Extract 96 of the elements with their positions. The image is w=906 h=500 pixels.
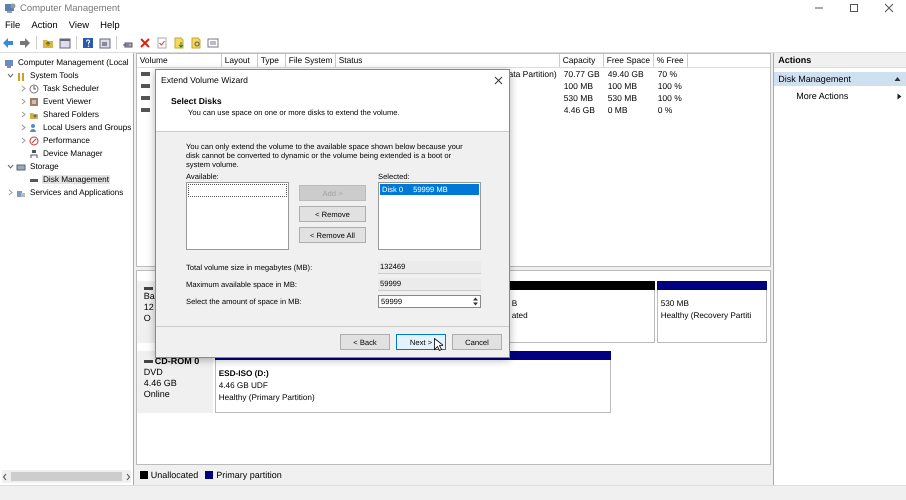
page-heading: Select Disks (171, 96, 223, 106)
app-icon (4, 2, 16, 14)
mouse-pointer-icon (434, 338, 443, 351)
spin-up-icon[interactable] (472, 296, 479, 300)
available-list[interactable] (186, 182, 289, 250)
disk-info: 12 (144, 302, 154, 313)
scroll-right-icon[interactable] (124, 472, 131, 481)
column-header[interactable]: Layout (222, 54, 258, 68)
partition-name: ESD-ISO (D:) (218, 368, 269, 380)
column-header[interactable]: Free Space (604, 54, 654, 68)
table-cell-text: 530 MB (606, 93, 638, 104)
check-icon[interactable] (156, 36, 168, 49)
clock-icon (29, 84, 39, 94)
delete-icon[interactable] (139, 36, 151, 49)
chevron-icon[interactable] (20, 111, 26, 118)
chevron-icon[interactable] (6, 163, 14, 170)
tree-item[interactable]: Services and Applications (29, 188, 124, 198)
disk-info: Online (144, 388, 170, 400)
collapse-icon[interactable] (894, 76, 901, 82)
tree-item[interactable]: Storage (29, 162, 60, 172)
tree-item[interactable]: System Tools (29, 71, 80, 80)
dialog-title: Extend Volume Wizard (161, 75, 248, 85)
table-cell-text: 100 MB (606, 81, 638, 92)
maximize-icon[interactable] (848, 3, 858, 14)
chevron-icon[interactable] (20, 124, 26, 132)
list-icon[interactable] (207, 36, 219, 49)
column-header[interactable]: File System (286, 54, 336, 68)
submenu-arrow-icon (897, 92, 902, 100)
column-header[interactable]: Capacity (560, 54, 604, 68)
console-tree-icon[interactable] (59, 36, 71, 49)
chevron-icon[interactable] (6, 189, 14, 196)
disk-info: 4.46 GB (144, 378, 177, 389)
tree-item[interactable]: Device Manager (42, 149, 104, 158)
action-section[interactable]: Disk Management (774, 72, 906, 86)
partition-info: 530 MB (660, 298, 689, 310)
column-header[interactable]: Type (258, 54, 286, 68)
column-header[interactable]: % Free (654, 54, 688, 68)
partition-info: Healthy (Recovery Partiti (660, 310, 752, 322)
chevron-icon[interactable] (20, 137, 26, 144)
partition-box[interactable]: 530 MB Healthy (Recovery Partiti (656, 290, 767, 343)
tree-item[interactable]: Disk Management (42, 175, 110, 184)
menu-item[interactable]: Help (97, 20, 123, 31)
partition-box[interactable]: ESD-ISO (D:) 4.46 GB UDF Healthy (Primary Partition) (214, 360, 611, 413)
disk-info: DVD (144, 366, 163, 378)
back-icon[interactable] (2, 36, 14, 49)
menu-item[interactable]: View (66, 20, 92, 31)
table-cell-text: 100 % (656, 81, 683, 92)
column-header[interactable]: Status (336, 54, 560, 68)
tree-item[interactable]: Event Viewer (42, 97, 92, 106)
table-cell-text: 4.46 GB (562, 105, 596, 116)
table-cell-text: 0 MB (606, 105, 629, 116)
forward-icon[interactable] (19, 36, 31, 49)
column-header[interactable]: Volume (136, 54, 222, 68)
table-cell-text: 49.40 GB (606, 69, 645, 80)
disk-name: CD-ROM 0 (154, 356, 200, 367)
spin-down-icon[interactable] (472, 302, 479, 306)
partition-info: B (512, 298, 518, 310)
table-cell-text: 70 % (656, 69, 678, 80)
table-cell-text: 100 % (656, 93, 683, 104)
partition-info: 4.46 GB UDF (218, 380, 268, 392)
disk-info: O (144, 312, 151, 324)
computer-icon (4, 58, 14, 68)
storage-icon (16, 162, 26, 172)
chevron-icon[interactable] (20, 98, 26, 106)
tree-item[interactable]: Computer Management (Local (17, 58, 130, 68)
partition-info: Healthy (Primary Partition) (218, 392, 315, 404)
chevron-icon[interactable] (6, 72, 14, 80)
log-icon (29, 96, 39, 107)
help-icon[interactable] (82, 36, 94, 49)
tools-icon (16, 70, 26, 81)
partition-info: ated (512, 310, 528, 322)
chevron-icon[interactable] (20, 85, 26, 92)
new-page-icon[interactable] (173, 36, 185, 49)
tree-item[interactable]: Task Scheduler (42, 84, 100, 94)
close-icon[interactable] (884, 3, 894, 14)
disk-info: Ba (144, 290, 155, 302)
table-cell-text: 530 MB (562, 93, 594, 104)
tree-item[interactable]: Local Users and Groups (42, 123, 132, 132)
window-icon[interactable] (99, 36, 111, 49)
device-icon (29, 148, 39, 159)
users-icon (29, 122, 39, 133)
menu-item[interactable]: Action (28, 20, 61, 31)
action-item[interactable]: More Actions (774, 89, 906, 104)
close-icon[interactable] (494, 76, 503, 84)
pane-title: Actions (774, 53, 906, 68)
legend-label: Unallocated (150, 470, 198, 480)
horizontal-scrollbar[interactable] (2, 470, 131, 484)
table-cell-text: 100 MB (562, 81, 594, 92)
table-cell-text: 0 % (656, 105, 674, 116)
scroll-left-icon[interactable] (2, 472, 8, 481)
menu-item[interactable]: File (2, 20, 24, 31)
window-title: Computer Management (20, 2, 121, 14)
table-cell-text: 70.77 GB (562, 69, 601, 80)
tree-item[interactable]: Performance (42, 136, 91, 146)
tree-item[interactable]: Shared Folders (42, 110, 100, 120)
legend-label: Primary partition (216, 470, 282, 480)
